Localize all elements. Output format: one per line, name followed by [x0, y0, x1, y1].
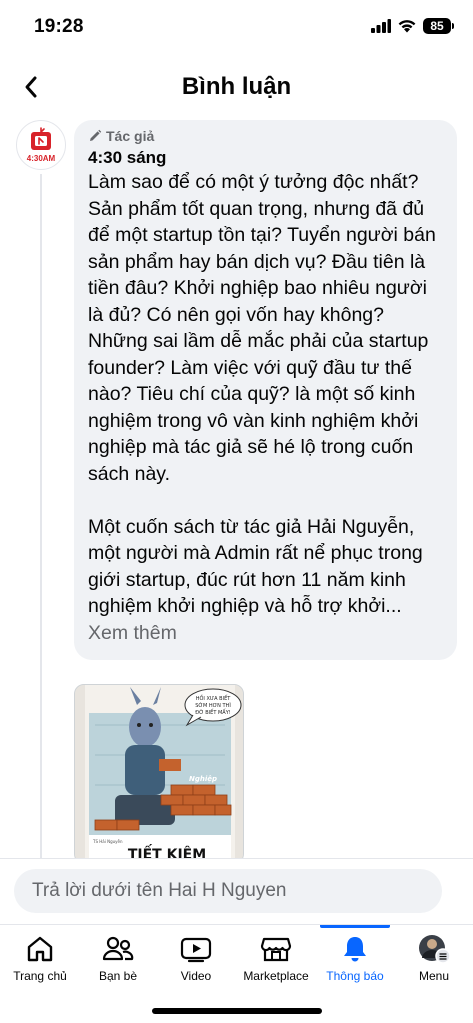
reply-input[interactable]: Trả lời dưới tên Hai H Nguyen	[14, 869, 442, 913]
pencil-icon	[90, 129, 102, 141]
header: Bình luận	[0, 56, 473, 118]
tab-friends[interactable]: Bạn bè	[78, 925, 158, 995]
svg-text:TIẾT KIỆM: TIẾT KIỆM	[128, 844, 206, 858]
comment-text: Làm sao để có một ý tưởng độc nhất? Sản …	[88, 169, 445, 646]
avatar-label: 4:30AM	[26, 154, 56, 163]
tab-home-label: Trang chủ	[13, 969, 67, 983]
comment-bubble[interactable]: Tác giả 4:30 sáng Làm sao để có một ý tư…	[74, 120, 457, 660]
book-cover-image[interactable]: HỒI XƯA BIẾT SỚM HƠN THÌ ĐỠ BIẾT MẤY! Ng…	[74, 684, 244, 858]
video-icon	[180, 937, 212, 963]
menu-avatar-icon	[419, 935, 451, 964]
author-badge: Tác giả	[88, 126, 445, 146]
tab-menu[interactable]: Menu	[394, 925, 473, 995]
tab-marketplace[interactable]: Marketplace	[236, 925, 316, 995]
home-indicator	[152, 1008, 322, 1014]
tab-home[interactable]: Trang chủ	[0, 925, 80, 995]
battery-level: 85	[430, 19, 444, 33]
book-cover-illustration: HỒI XƯA BIẾT SỚM HƠN THÌ ĐỠ BIẾT MẤY! Ng…	[75, 685, 243, 858]
status-bar: 19:28 85	[0, 0, 473, 56]
friends-icon	[102, 936, 134, 961]
bottom-tab-bar: Trang chủ Bạn bè Video Marketplace Thông…	[0, 924, 473, 1023]
comment-paragraph-1: Làm sao để có một ý tưởng độc nhất? Sản …	[88, 171, 436, 485]
tab-video-label: Video	[180, 969, 212, 983]
comment-thread[interactable]: 4:30AM Tác giả 4:30 sáng Làm sao để có m…	[0, 118, 473, 858]
tab-menu-label: Menu	[418, 969, 450, 983]
status-icons: 85	[371, 18, 454, 34]
tab-friends-label: Bạn bè	[98, 969, 138, 983]
tab-notifications[interactable]: Thông báo	[315, 925, 395, 995]
reply-bar: Trả lời dưới tên Hai H Nguyen	[0, 858, 473, 924]
tab-marketplace-label: Marketplace	[243, 969, 309, 983]
see-more-link[interactable]: Xem thêm	[88, 622, 177, 644]
author-badge-label: Tác giả	[106, 128, 155, 144]
cellular-signal-icon	[371, 19, 391, 33]
tab-video[interactable]: Video	[156, 925, 236, 995]
home-icon	[27, 936, 53, 962]
bell-icon	[344, 937, 366, 962]
tab-notifications-label: Thông báo	[326, 969, 384, 983]
wifi-icon	[398, 20, 416, 33]
comment-author-name[interactable]: 4:30 sáng	[88, 148, 445, 168]
svg-text:ĐỠ BIẾT MẤY!: ĐỠ BIẾT MẤY!	[195, 708, 231, 716]
comment-paragraph-2: Một cuốn sách từ tác giả Hải Nguyễn, một…	[88, 515, 423, 618]
svg-text:Nghiệp: Nghiệp	[189, 775, 217, 783]
svg-text:SỚM HƠN THÌ: SỚM HƠN THÌ	[195, 702, 231, 709]
page-title: Bình luận	[181, 73, 292, 100]
battery-indicator: 85	[423, 18, 454, 34]
thread-line	[40, 174, 42, 858]
marketplace-icon	[260, 937, 292, 962]
status-time: 19:28	[34, 16, 84, 37]
svg-text:TS Hải Nguyễn: TS Hải Nguyễn	[92, 839, 123, 844]
page-avatar[interactable]: 4:30AM	[16, 120, 66, 170]
clock-logo-icon	[31, 127, 51, 150]
